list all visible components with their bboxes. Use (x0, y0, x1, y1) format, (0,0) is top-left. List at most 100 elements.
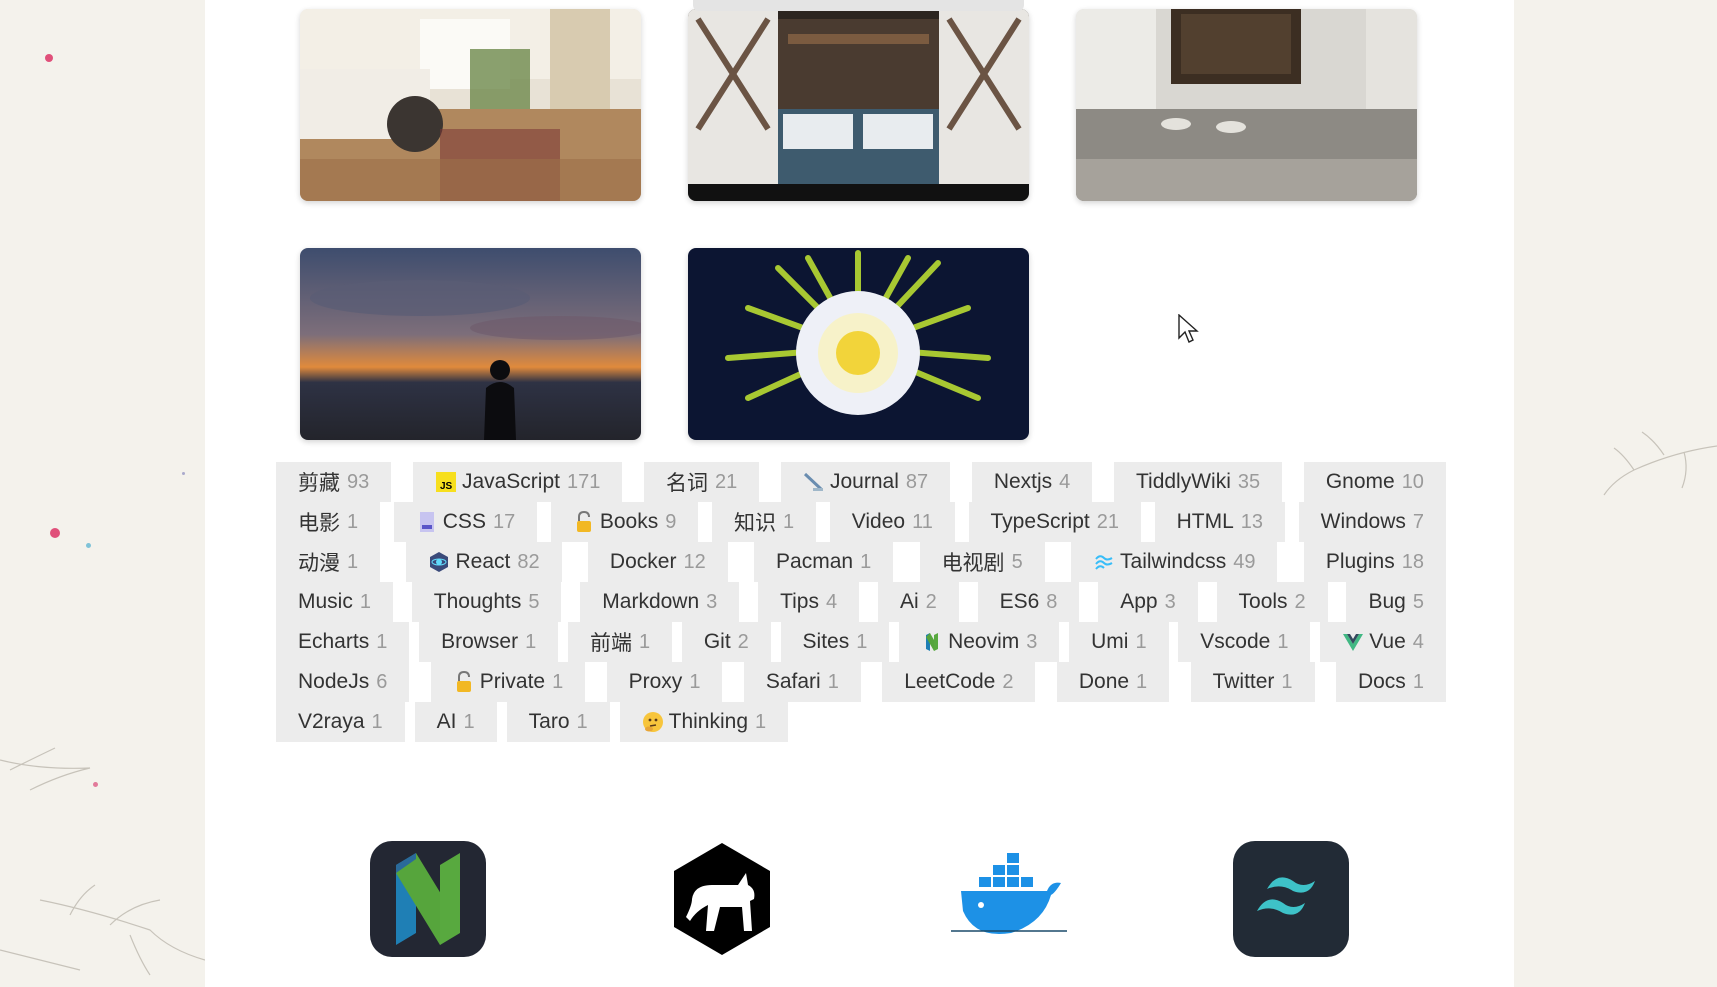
tag-leetcode[interactable]: LeetCode 2 (882, 662, 1036, 702)
tag-tools[interactable]: Tools 2 (1216, 582, 1328, 622)
tag-plugins[interactable]: Plugins 18 (1303, 542, 1446, 582)
cabin-bed-photo[interactable] (688, 9, 1029, 201)
tag-count: 1 (1412, 670, 1424, 693)
tag-count: 171 (566, 470, 601, 493)
tag-private[interactable]: Private 1 (430, 662, 586, 702)
tag-taro[interactable]: Taro 1 (506, 702, 610, 742)
tag-vue[interactable]: Vue 4 (1320, 622, 1446, 662)
lock-icon (573, 511, 595, 533)
tag-label: V2raya (298, 710, 365, 733)
pen-icon (803, 471, 825, 493)
tag-thoughts[interactable]: Thoughts 5 (411, 582, 562, 622)
tag-markdown[interactable]: Markdown 3 (580, 582, 740, 622)
tag-pacman[interactable]: Pacman 1 (754, 542, 894, 582)
tag-count: 21 (1096, 510, 1119, 533)
tag-label: Gnome (1325, 470, 1395, 493)
tag-电影[interactable]: 电影 1 (276, 502, 381, 542)
tag-count: 1 (1281, 670, 1293, 693)
tag-docker[interactable]: Docker 12 (587, 542, 728, 582)
tag-label: App (1120, 590, 1158, 613)
tag-music[interactable]: Music 1 (276, 582, 393, 622)
tag-label: 电影 (298, 512, 340, 535)
tag-count: 8 (1046, 590, 1058, 613)
tag-windows[interactable]: Windows 7 (1298, 502, 1446, 542)
neovim-icon (921, 631, 943, 653)
tag-row: 电影 1 CSS 17 Books 9 知识 1 Video 11 TypeScript 21 HTML… (276, 502, 1446, 542)
tag-sites[interactable]: Sites 1 (780, 622, 890, 662)
cactus-flower-photo[interactable] (688, 248, 1029, 440)
tag-v2raya[interactable]: V2raya 1 (276, 702, 405, 742)
tag-gnome[interactable]: Gnome 10 (1303, 462, 1446, 502)
tag-动漫[interactable]: 动漫 1 (276, 542, 381, 582)
tag-count: 4 (1059, 470, 1071, 493)
tag-ai[interactable]: Ai 2 (877, 582, 959, 622)
tag-label: 知识 (733, 512, 776, 535)
tag-count: 35 (1237, 470, 1261, 493)
tiddlywiki-app-icon[interactable] (664, 841, 780, 957)
doorway-photo[interactable] (1076, 9, 1417, 201)
tag-label: Windows (1320, 510, 1406, 533)
tag-vscode[interactable]: Vscode 1 (1178, 622, 1311, 662)
tag-count: 4 (1412, 630, 1424, 653)
tag-label: 名词 (666, 472, 709, 495)
tag-tiddlywiki[interactable]: TiddlyWiki 35 (1113, 462, 1283, 502)
tag-proxy[interactable]: Proxy 1 (606, 662, 723, 702)
tag-done[interactable]: Done 1 (1056, 662, 1170, 702)
tag-bug[interactable]: Bug 5 (1346, 582, 1446, 622)
tag-thinking[interactable]: Thinking 1 (619, 702, 789, 742)
right-background-decoration (1514, 0, 1717, 987)
tag-label: 电视剧 (941, 552, 1005, 575)
tag-剪藏[interactable]: 剪藏 93 (276, 462, 392, 502)
docker-app-icon[interactable] (951, 841, 1067, 957)
tag-nodejs[interactable]: NodeJs 6 (276, 662, 410, 702)
tag-label: LeetCode (904, 670, 996, 693)
tag-css[interactable]: CSS 17 (393, 502, 538, 542)
tag-label: Sites (802, 630, 850, 653)
tag-label: 动漫 (298, 552, 340, 575)
bedroom-photo[interactable] (300, 9, 641, 201)
tag-git[interactable]: Git 2 (681, 622, 771, 662)
neovim-app-icon[interactable] (370, 841, 486, 957)
tag-safari[interactable]: Safari 1 (743, 662, 861, 702)
tag-typescript[interactable]: TypeScript 21 (968, 502, 1141, 542)
tag-books[interactable]: Books 9 (550, 502, 699, 542)
tag-count: 1 (552, 670, 564, 693)
tag-count: 1 (576, 710, 588, 733)
tag-label: Bug (1368, 590, 1406, 613)
tag-count: 1 (689, 670, 701, 693)
tag-app[interactable]: App 3 (1098, 582, 1198, 622)
tag-label: Done (1078, 670, 1130, 693)
tag-nextjs[interactable]: Nextjs 4 (971, 462, 1093, 502)
tailwindcss-app-icon[interactable] (1233, 841, 1349, 957)
tag-知识[interactable]: 知识 1 (711, 502, 817, 542)
tag-label: Twitter (1212, 670, 1275, 693)
tag-ai[interactable]: AI 1 (414, 702, 497, 742)
left-background-decoration (0, 0, 205, 987)
tag-twitter[interactable]: Twitter 1 (1190, 662, 1315, 702)
tag-umi[interactable]: Umi 1 (1069, 622, 1169, 662)
tag-react[interactable]: React 82 (406, 542, 562, 582)
tag-es6[interactable]: ES6 8 (977, 582, 1080, 622)
tag-journal[interactable]: Journal 87 (780, 462, 951, 502)
tag-tips[interactable]: Tips 4 (758, 582, 860, 622)
tag-neovim[interactable]: Neovim 3 (899, 622, 1060, 662)
tag-名词[interactable]: 名词 21 (644, 462, 760, 502)
tag-html[interactable]: HTML 13 (1154, 502, 1286, 542)
tag-browser[interactable]: Browser 1 (419, 622, 559, 662)
tag-javascript[interactable]: JS JavaScript 171 (412, 462, 623, 502)
tag-count: 1 (782, 510, 795, 533)
css-icon (416, 511, 438, 533)
tag-video[interactable]: Video 11 (829, 502, 955, 542)
sunset-silhouette-photo[interactable] (300, 248, 641, 440)
tag-docs[interactable]: Docs 1 (1335, 662, 1446, 702)
react-icon (428, 551, 450, 573)
tag-tailwindcss[interactable]: Tailwindcss 49 (1071, 542, 1278, 582)
tag-echarts[interactable]: Echarts 1 (276, 622, 410, 662)
tag-count: 1 (1135, 630, 1147, 653)
tag-count: 2 (1002, 670, 1014, 693)
tag-label: Music (298, 590, 353, 613)
tag-前端[interactable]: 前端 1 (567, 622, 673, 662)
tag-label: Pacman (776, 550, 854, 573)
tag-label: Browser (441, 630, 519, 653)
tag-电视剧[interactable]: 电视剧 5 (919, 542, 1045, 582)
